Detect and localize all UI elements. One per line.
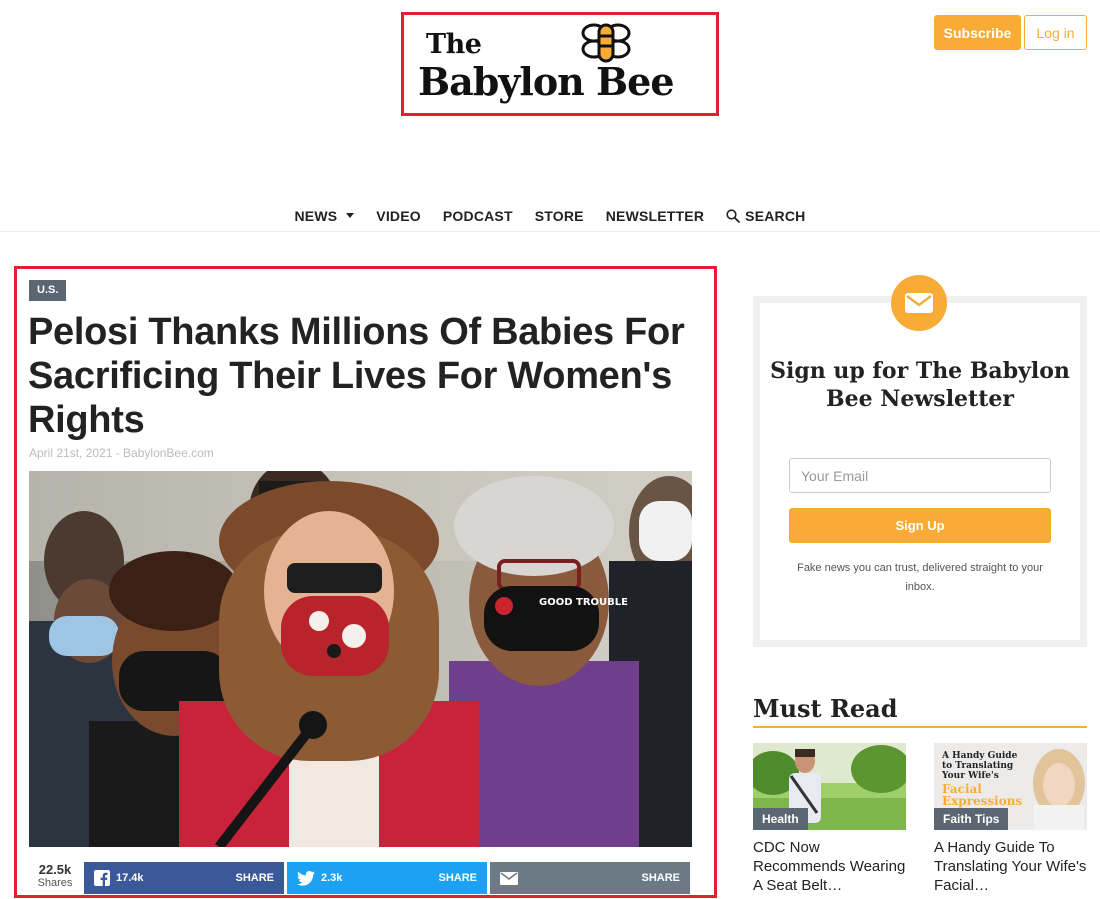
newsletter-signup-button[interactable]: Sign Up	[789, 508, 1051, 543]
site-logo[interactable]: The Babylon Bee	[404, 15, 716, 113]
must-read-title[interactable]: CDC Now Recommends Wearing A Seat Belt…	[753, 838, 906, 895]
twitter-share-button[interactable]: 2.3k SHARE	[287, 862, 487, 894]
logo-text-name: Babylon Bee	[418, 59, 675, 104]
login-button[interactable]: Log in	[1024, 15, 1087, 50]
bee-icon	[581, 23, 631, 63]
nav-item-store[interactable]: STORE	[535, 208, 584, 224]
facebook-share-button[interactable]: 17.4k SHARE	[84, 862, 284, 894]
mask-text: GOOD TROUBLE	[539, 597, 628, 608]
nav-label: SEARCH	[745, 207, 806, 224]
must-read-item[interactable]: Health CDC Now Recommends Wearing A Seat…	[753, 743, 906, 895]
main-nav: NEWS VIDEO PODCAST STORE NEWSLETTER SEAR…	[0, 200, 1100, 232]
nav-item-search[interactable]: SEARCH	[726, 208, 805, 224]
nav-item-podcast[interactable]: PODCAST	[443, 208, 513, 224]
category-tag[interactable]: U.S.	[29, 280, 67, 301]
caret-down-icon	[346, 213, 355, 218]
must-read-item[interactable]: A Handy Guide to Translating Your Wife's…	[934, 743, 1087, 895]
nav-item-news[interactable]: NEWS	[294, 207, 355, 224]
facebook-share-count: 17.4k	[116, 872, 144, 884]
nav-label: NEWS	[294, 207, 338, 224]
subscribe-button[interactable]: Subscribe	[934, 15, 1021, 50]
nav-label: VIDEO	[376, 207, 421, 224]
newsletter-email-input[interactable]	[789, 458, 1051, 493]
must-read-thumbnail[interactable]: Health	[753, 743, 906, 830]
guide-thumbnail-title: A Handy Guide to Translating Your Wife's	[942, 751, 1018, 781]
must-read-title[interactable]: A Handy Guide To Translating Your Wife's…	[934, 838, 1087, 895]
nav-label: PODCAST	[442, 207, 513, 224]
article-photo-illustration: GOOD TROUBLE	[29, 471, 692, 847]
nav-label: STORE	[534, 207, 584, 224]
facebook-icon	[94, 870, 110, 886]
share-total: 22.5k Shares	[29, 862, 81, 894]
must-read-category[interactable]: Faith Tips	[934, 808, 1009, 830]
share-total-count: 22.5k	[38, 862, 72, 877]
share-total-label: Shares	[37, 877, 73, 889]
must-read-category[interactable]: Health	[753, 808, 808, 830]
nav-item-video[interactable]: VIDEO	[376, 208, 421, 224]
envelope-icon	[905, 293, 933, 313]
article-headline[interactable]: Pelosi Thanks Millions Of Babies For Sac…	[28, 310, 708, 442]
email-share-button[interactable]: SHARE	[490, 862, 690, 894]
newsletter-title: Sign up for The Babylon Bee Newsletter	[770, 358, 1070, 412]
article-photo[interactable]: GOOD TROUBLE	[29, 471, 692, 847]
article-byline: April 21st, 2021 - BabylonBee.com	[29, 446, 214, 460]
newsletter-badge	[891, 275, 947, 331]
twitter-share-label: SHARE	[438, 872, 477, 884]
twitter-share-count: 2.3k	[321, 872, 343, 884]
guide-thumbnail-highlight: Facial Expressions	[942, 782, 1023, 808]
email-share-label: SHARE	[641, 872, 680, 884]
must-read-thumbnail[interactable]: A Handy Guide to Translating Your Wife's…	[934, 743, 1087, 830]
facebook-share-label: SHARE	[235, 872, 274, 884]
must-read-divider	[753, 726, 1087, 728]
search-icon	[726, 208, 741, 223]
logo-text-the: The	[426, 29, 482, 60]
site-logo-frame[interactable]: The Babylon Bee	[401, 12, 719, 116]
nav-label: NEWSLETTER	[605, 207, 705, 224]
twitter-icon	[297, 870, 315, 886]
envelope-icon	[500, 871, 518, 885]
nav-item-newsletter[interactable]: NEWSLETTER	[606, 208, 704, 224]
newsletter-note: Fake news you can trust, delivered strai…	[797, 562, 1043, 593]
must-read-heading: Must Read	[753, 694, 898, 723]
